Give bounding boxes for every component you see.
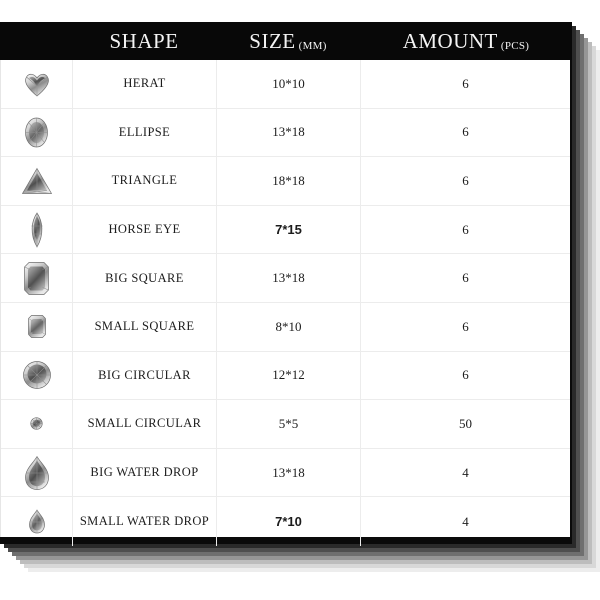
table-cell-size: 10*10 [217, 60, 361, 108]
table-cell-size: 13*18 [217, 254, 361, 302]
table-row: SMALL SQUARE 8*10 6 [1, 302, 570, 352]
table-cell-image [1, 108, 73, 157]
table-cell-size: 12*12 [217, 351, 361, 400]
table-cell-shape: SMALL CIRCULAR [73, 400, 217, 448]
marquise-gem-icon [28, 211, 46, 248]
table-cell-shape: ELLIPSE [73, 108, 217, 157]
table-cell-shape: BIG SQUARE [73, 254, 217, 302]
table-cell-size: 7*15 [217, 205, 361, 254]
table-cell-shape: TRIANGLE [73, 157, 217, 205]
table-header-amount-unit: (PCS) [500, 39, 530, 52]
table-cell-shape: HORSE EYE [73, 205, 217, 254]
table-cell-image [1, 60, 73, 108]
table-cell-image [1, 254, 73, 302]
table-row: SMALL WATER DROP 7*10 4 [1, 497, 570, 546]
table-cell-shape: BIG CIRCULAR [73, 351, 217, 400]
table-row: BIG CIRCULAR 12*12 6 [1, 351, 570, 401]
table-cell-size: 5*5 [217, 400, 361, 448]
table-cell-shape: HERAT [73, 60, 217, 108]
table-header-cell-shape: SHAPE [72, 29, 216, 54]
table-cell-amount: 6 [462, 221, 469, 237]
heart-gem-icon [23, 71, 51, 97]
table-cell-amount: 6 [462, 270, 469, 286]
table-row: BIG SQUARE 13*18 6 [1, 254, 570, 303]
table-cell-amount: 6 [462, 318, 469, 334]
table-cell-image [1, 157, 73, 205]
table-cell-amount: 6 [462, 172, 469, 188]
table-header-row: SHAPE SIZE (MM) AMOUNT (PCS) [0, 22, 572, 60]
table-cell-shape: SMALL SQUARE [73, 302, 217, 351]
table-cell-size: 7*10 [217, 497, 361, 546]
table-row: TRIANGLE 18*18 6 [1, 157, 570, 206]
table-cell-amount: 6 [462, 124, 469, 140]
table-cell-amount: 50 [459, 415, 472, 431]
table-header-size-unit: (MM) [298, 39, 327, 52]
table-cell-amount: 6 [462, 75, 469, 91]
table-cell-shape: SMALL WATER DROP [73, 497, 217, 546]
table-cell-image [1, 497, 73, 546]
table-header-cell-size: SIZE (MM) [216, 29, 360, 54]
table-cell-amount: 4 [462, 464, 469, 480]
big-teardrop-gem-icon [24, 455, 50, 491]
small-teardrop-gem-icon [28, 509, 46, 534]
table-row: ELLIPSE 13*18 6 [1, 108, 570, 158]
table-cell-size: 13*18 [217, 108, 361, 157]
table-header-cell-amount: AMOUNT (PCS) [360, 29, 572, 54]
table-cell-image [1, 302, 73, 351]
table-row: HORSE EYE 7*15 6 [1, 205, 570, 255]
table-cell-image [1, 448, 73, 497]
table-row: BIG WATER DROP 13*18 4 [1, 448, 570, 498]
table-cell-amount: 4 [462, 513, 469, 529]
table-cell-image [1, 351, 73, 400]
big-round-gem-icon [22, 360, 52, 390]
table-cell-image [1, 205, 73, 254]
triangle-gem-icon [21, 167, 53, 195]
table-cell-size: 8*10 [217, 302, 361, 351]
table-body: HERAT 10*10 6 ELLIPSE 13*18 6 TRIANGLE 18*18 6 HO… [0, 60, 570, 546]
table-header-amount-label: AMOUNT [402, 28, 498, 53]
small-square-gem-icon [27, 314, 47, 339]
table-cell-size: 18*18 [217, 157, 361, 205]
table-header-size-label: SIZE [249, 28, 296, 53]
table-cell-amount: 6 [462, 367, 469, 383]
table-cell-shape: BIG WATER DROP [73, 448, 217, 497]
table-cell-image [1, 400, 73, 448]
table-header-shape-label: SHAPE [109, 28, 179, 53]
table-row: HERAT 10*10 6 [1, 60, 570, 109]
table-cell-size: 13*18 [217, 448, 361, 497]
big-square-gem-icon [23, 261, 50, 296]
table-row: SMALL CIRCULAR 5*5 50 [1, 400, 570, 449]
small-round-gem-icon [30, 417, 43, 431]
ellipse-gem-icon [24, 117, 49, 148]
